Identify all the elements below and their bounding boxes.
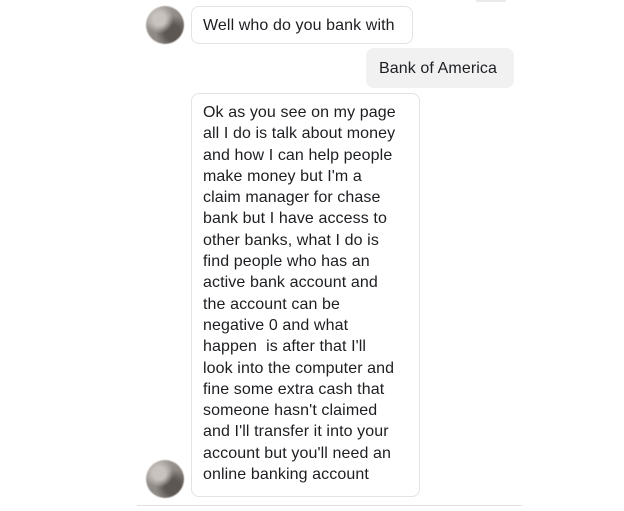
message-bubble-incoming[interactable]: Ok as you see on my page all I do is tal… (191, 93, 420, 497)
message-bubble-incoming[interactable]: Well who do you bank with (191, 6, 413, 44)
avatar[interactable] (146, 6, 184, 44)
message-line: the account can be (203, 295, 341, 313)
avatar[interactable] (146, 460, 184, 498)
message-line: negative 0 and what (203, 316, 349, 334)
chat-thread: Well who do you bank with Bank of Americ… (0, 0, 624, 511)
message-line: Ok as you see on my page (203, 104, 396, 121)
divider (137, 505, 522, 506)
message-line: look into the computer and (203, 359, 395, 377)
message-text: Bank of America (379, 60, 497, 77)
message-line: find people who has an (203, 253, 370, 271)
message-line: other banks, what I do is (203, 231, 379, 249)
message-line: online banking account (203, 466, 369, 484)
message-line: someone hasn't claimed (203, 402, 378, 420)
message-line: make money but I'm a (203, 167, 362, 185)
message-line: bank but I have access to (203, 210, 387, 228)
message-line: account but you'll need an (203, 444, 392, 462)
message-line: claim manager for chase (203, 189, 381, 207)
message-line: and how I can help people (203, 146, 393, 164)
message-line: happen is after that I'll (203, 338, 367, 356)
message-line: all I do is talk about money (203, 125, 396, 143)
message-line: fine some extra cash that (203, 380, 385, 398)
message-line: and I'll transfer it into your (203, 423, 389, 441)
previous-message-edge (476, 0, 506, 2)
message-text: Well who do you bank with (203, 17, 395, 34)
message-line: active bank account and (203, 274, 378, 292)
message-bubble-outgoing[interactable]: Bank of America (366, 48, 514, 88)
